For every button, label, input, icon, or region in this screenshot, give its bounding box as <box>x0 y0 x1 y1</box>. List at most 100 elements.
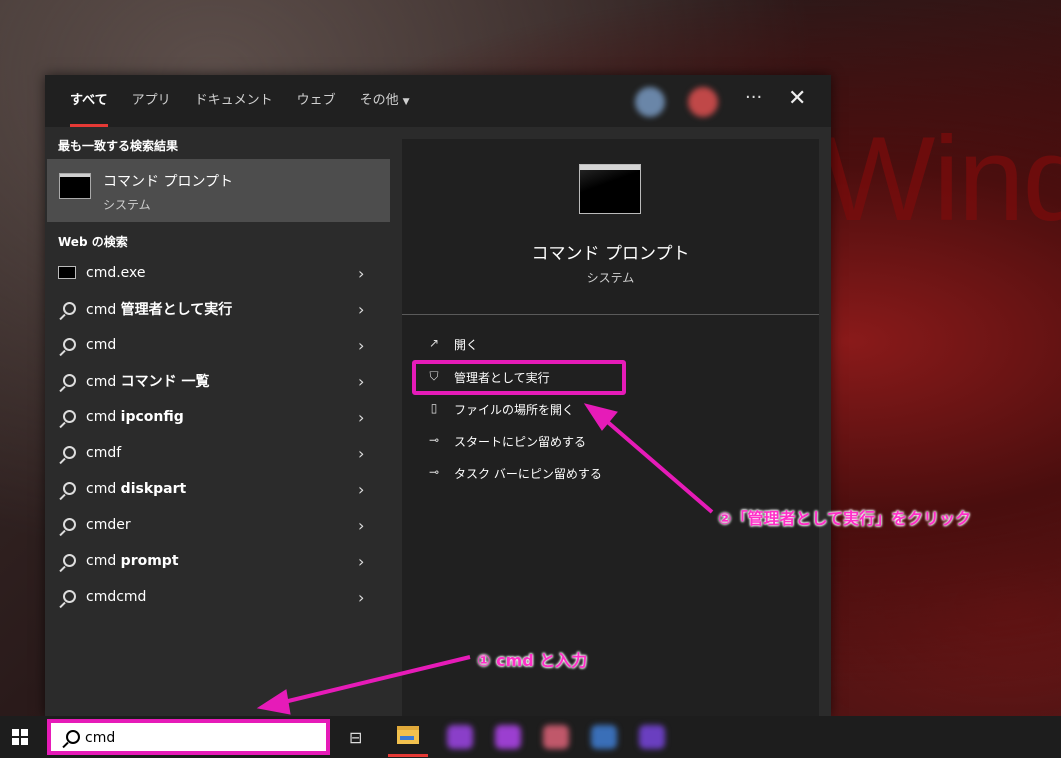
action-pin-to-taskbar[interactable]: ⊸ タスク バーにピン留めする <box>425 461 602 485</box>
search-input[interactable] <box>85 727 315 749</box>
profile-avatar-icon[interactable] <box>688 87 718 117</box>
search-flyout: すべて アプリ ドキュメント ウェブ その他 ▼ ··· ✕ 最も一致する検索結果… <box>45 75 831 716</box>
tab-all[interactable]: すべて <box>58 75 120 127</box>
cmd-app-icon <box>58 264 78 282</box>
action-label: ファイルの場所を開く <box>454 402 575 417</box>
list-item[interactable]: cmd.exe › <box>45 255 390 291</box>
search-icon <box>58 444 78 462</box>
windows-start-icon[interactable] <box>12 729 28 745</box>
list-item[interactable]: cmd prompt › <box>45 543 390 579</box>
web-item-text: cmd <box>86 409 121 425</box>
action-pin-to-start[interactable]: ⊸ スタートにピン留めする <box>425 429 586 453</box>
search-icon <box>58 300 78 318</box>
search-icon <box>61 729 80 748</box>
list-item[interactable]: cmd ipconfig › <box>45 399 390 435</box>
web-item-bold: コマンド 一覧 <box>120 374 210 390</box>
chevron-right-icon[interactable]: › <box>358 336 364 355</box>
chevron-right-icon[interactable]: › <box>358 516 364 535</box>
tab-documents[interactable]: ドキュメント <box>183 75 285 127</box>
tab-more-label: その他 <box>359 93 399 108</box>
wallpaper-text: Windo <box>822 112 1061 246</box>
search-icon <box>58 408 78 426</box>
search-icon <box>58 336 78 354</box>
app-icon[interactable] <box>543 725 569 749</box>
list-item[interactable]: cmd コマンド 一覧 › <box>45 363 390 399</box>
web-item-text: cmdcmd <box>86 589 147 605</box>
web-item-text: cmder <box>86 517 131 533</box>
file-location-icon: ▯ <box>430 401 438 415</box>
list-item[interactable]: cmdf › <box>45 435 390 471</box>
web-item-text: cmd <box>86 481 121 497</box>
best-match-item[interactable]: コマンド プロンプト システム <box>47 159 390 222</box>
action-open-file-location[interactable]: ▯ ファイルの場所を開く <box>425 397 574 421</box>
best-match-subtitle: システム <box>103 198 151 212</box>
open-icon: ↗ <box>428 336 440 350</box>
divider <box>402 314 819 315</box>
preview-title: コマンド プロンプト <box>531 244 690 264</box>
web-item-text: cmd <box>86 374 121 390</box>
taskbar: ⊟ <box>0 716 1061 758</box>
task-view-icon[interactable]: ⊟ <box>349 728 362 747</box>
active-app-indicator <box>388 754 428 757</box>
web-search-heading: Web の検索 <box>58 235 128 249</box>
chevron-right-icon[interactable]: › <box>358 444 364 463</box>
chevron-right-icon[interactable]: › <box>358 408 364 427</box>
command-prompt-large-icon <box>579 164 641 214</box>
search-icon <box>58 588 78 606</box>
run-as-admin-highlight <box>412 360 626 395</box>
account-avatar-icon[interactable] <box>635 87 665 117</box>
search-icon <box>58 516 78 534</box>
chevron-right-icon[interactable]: › <box>358 300 364 319</box>
chevron-right-icon[interactable]: › <box>358 588 364 607</box>
app-icon[interactable] <box>495 725 521 749</box>
app-icon[interactable] <box>447 725 473 749</box>
web-item-bold: prompt <box>120 553 179 569</box>
results-pane: 最も一致する検索結果 コマンド プロンプト システム Web の検索 cmd.e… <box>45 127 390 716</box>
chevron-right-icon[interactable]: › <box>358 552 364 571</box>
list-item[interactable]: cmd 管理者として実行 › <box>45 291 390 327</box>
web-item-text: cmd.exe <box>86 265 146 281</box>
tab-web[interactable]: ウェブ <box>285 75 348 127</box>
annotation-step1: ① cmd と入力 <box>477 651 588 670</box>
pin-icon: ⊸ <box>428 465 440 479</box>
web-item-bold: 管理者として実行 <box>120 302 233 318</box>
chevron-right-icon[interactable]: › <box>358 480 364 499</box>
command-prompt-icon <box>59 173 91 199</box>
search-tabs-bar: すべて アプリ ドキュメント ウェブ その他 ▼ ··· ✕ <box>45 75 831 127</box>
search-icon <box>58 372 78 390</box>
file-explorer-icon[interactable] <box>397 726 419 744</box>
app-icon[interactable] <box>639 725 665 749</box>
annotation-step2: ②「管理者として実行」をクリック <box>718 509 972 528</box>
action-label: タスク バーにピン留めする <box>454 466 602 481</box>
web-item-bold: diskpart <box>120 481 187 497</box>
web-item-text: cmd <box>86 337 117 353</box>
list-item[interactable]: cmd diskpart › <box>45 471 390 507</box>
web-item-text: cmd <box>86 553 121 569</box>
list-item[interactable]: cmd › <box>45 327 390 363</box>
taskbar-search-box[interactable] <box>47 719 330 755</box>
search-icon <box>58 480 78 498</box>
tab-more[interactable]: その他 ▼ <box>348 75 422 127</box>
web-item-bold: ipconfig <box>120 409 184 425</box>
web-results-list: cmd.exe › cmd 管理者として実行 › cmd › cmd コマンド … <box>45 255 390 615</box>
best-match-heading: 最も一致する検索結果 <box>58 139 179 153</box>
preview-subtitle: システム <box>586 271 635 285</box>
best-match-title: コマンド プロンプト <box>103 174 234 190</box>
action-open[interactable]: ↗ 開く <box>425 332 478 356</box>
app-icon[interactable] <box>591 725 617 749</box>
list-item[interactable]: cmdcmd › <box>45 579 390 615</box>
close-button[interactable]: ✕ <box>788 86 806 111</box>
action-label: スタートにピン留めする <box>454 434 587 449</box>
chevron-right-icon[interactable]: › <box>358 372 364 391</box>
list-item[interactable]: cmder › <box>45 507 390 543</box>
preview-pane: コマンド プロンプト システム ↗ 開く ⛉ 管理者として実行 ▯ ファイルの場… <box>402 139 819 716</box>
chevron-down-icon: ▼ <box>402 97 410 107</box>
action-label: 開く <box>454 337 479 352</box>
web-item-text: cmdf <box>86 445 122 461</box>
web-item-text: cmd <box>86 302 121 318</box>
pin-icon: ⊸ <box>428 433 440 447</box>
more-options-button[interactable]: ··· <box>745 87 762 108</box>
tab-apps[interactable]: アプリ <box>120 75 183 127</box>
search-icon <box>58 552 78 570</box>
chevron-right-icon[interactable]: › <box>358 264 364 283</box>
